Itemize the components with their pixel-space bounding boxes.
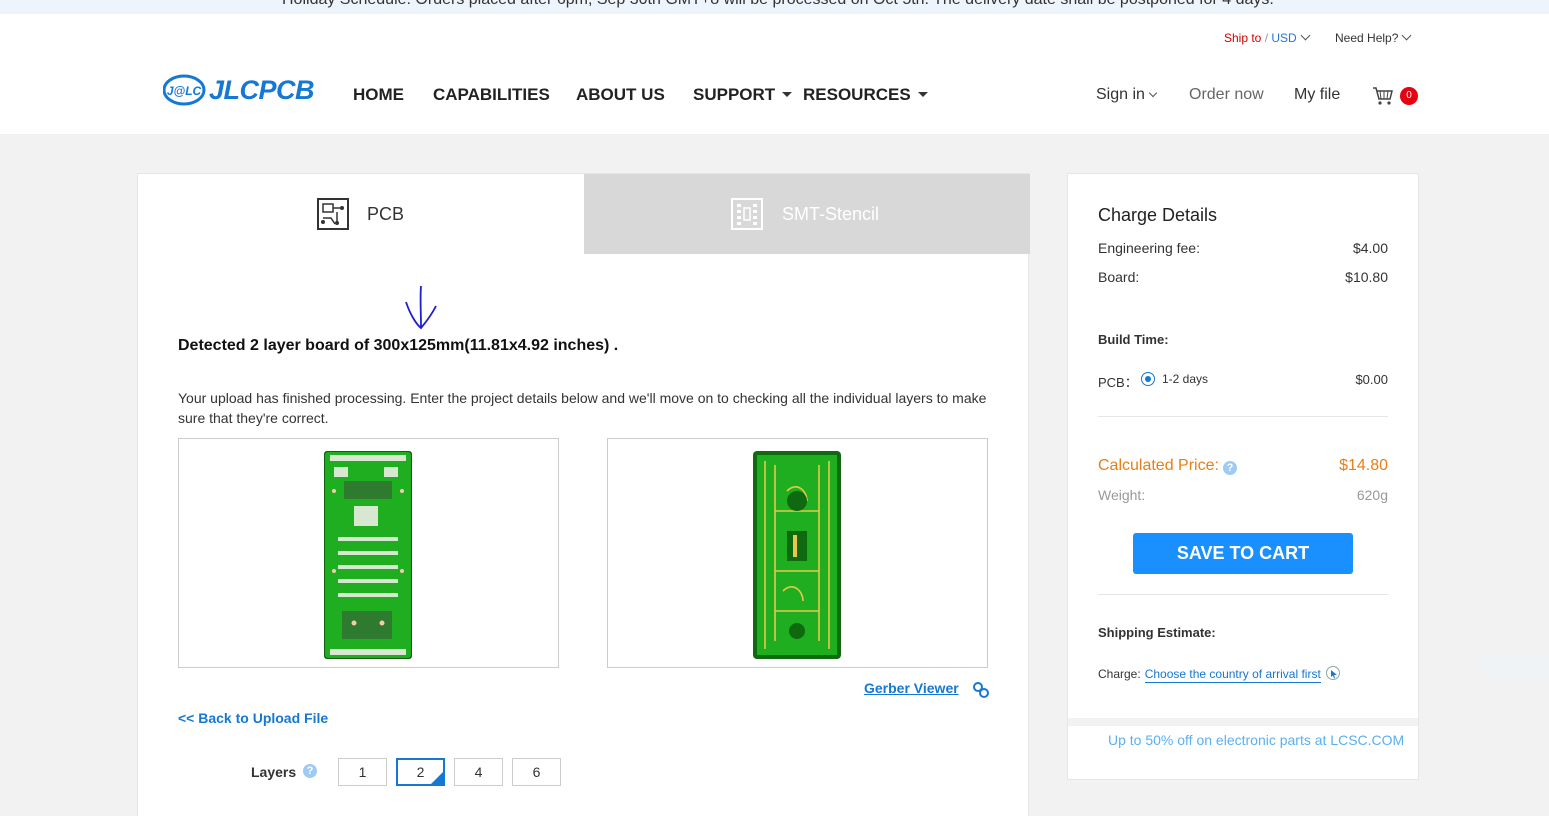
pcb-icon <box>317 198 349 230</box>
caret-down-icon <box>782 92 793 97</box>
upload-description: Your upload has finished processing. Ent… <box>178 390 987 426</box>
quote-card: PCB SMT-Stencil Detected 2 layer board o… <box>137 173 1030 816</box>
ship-to-separator: / <box>1261 31 1272 45</box>
help-question-icon[interactable]: ? <box>1222 461 1237 475</box>
charge-details-panel: Charge Details Engineering fee: $4.00 Bo… <box>1067 173 1419 780</box>
ship-to-selector[interactable]: Ship to / USD <box>1224 30 1311 45</box>
stencil-icon <box>731 198 763 230</box>
hand-drawn-arrow-icon <box>405 285 437 330</box>
logo-mark: J@LC <box>162 74 207 106</box>
save-to-cart-button[interactable]: SAVE TO CART <box>1133 533 1353 574</box>
need-help-menu[interactable]: Need Help? <box>1335 30 1412 45</box>
calculated-price-value: $14.80 <box>1339 457 1388 474</box>
layer-option-4[interactable]: 4 <box>454 758 503 786</box>
cursor-pointer-icon <box>1325 666 1340 680</box>
logo-text: JLCPCB <box>209 74 315 105</box>
order-now-link[interactable]: Order now <box>1189 86 1264 104</box>
calculated-price-row: Calculated Price:? $14.80 <box>1098 457 1388 475</box>
promo-divider-band <box>1068 718 1418 726</box>
back-to-upload-link[interactable]: << Back to Upload File <box>178 710 328 726</box>
gerber-viewer-link[interactable]: Gerber Viewer <box>864 680 959 696</box>
layer-option-2[interactable]: 2 <box>396 758 445 786</box>
layer-option-6[interactable]: 6 <box>512 758 561 786</box>
need-help-label: Need Help? <box>1335 31 1399 45</box>
pcb-build-time-row: PCB： 1-2 days $0.00 <box>1098 372 1388 391</box>
charge-details-title: Charge Details <box>1098 205 1218 225</box>
board-fee-value: $10.80 <box>1345 269 1388 285</box>
help-question-icon[interactable]: ? <box>303 764 317 778</box>
pcb-top-preview[interactable] <box>178 438 559 668</box>
detected-board-text: Detected 2 layer board of 300x125mm(11.8… <box>178 337 619 354</box>
chevron-down-icon <box>1148 88 1158 98</box>
build-time-value: $0.00 <box>1355 372 1388 387</box>
calculated-price-label: Calculated Price: <box>1098 457 1219 474</box>
nav-support-label: SUPPORT <box>693 85 776 104</box>
engineering-fee-label: Engineering fee: <box>1098 240 1200 256</box>
logo-mark-text: J@LC <box>167 84 202 98</box>
divider <box>1098 594 1388 595</box>
board-fee-row: Board: $10.80 <box>1098 269 1388 285</box>
choose-country-link[interactable]: Choose the country of arrival first <box>1144 667 1321 683</box>
pcb-bottom-preview[interactable] <box>607 438 988 668</box>
cart-count-badge: 0 <box>1400 87 1418 105</box>
tab-smt-stencil[interactable]: SMT-Stencil <box>584 174 1030 254</box>
build-time-label: Build Time: <box>1098 332 1169 347</box>
nav-support[interactable]: SUPPORT <box>693 85 793 105</box>
site-header: Ship to / USD Need Help? J@LC JLCPCB HOM… <box>0 14 1549 134</box>
board-fee-label: Board: <box>1098 269 1140 285</box>
pcb-top-image <box>324 451 412 659</box>
build-time-option[interactable]: 1-2 days <box>1162 372 1208 386</box>
pcb-bottom-image <box>753 451 841 659</box>
sign-in-label: Sign in <box>1096 86 1145 103</box>
chevron-down-icon <box>1401 30 1412 41</box>
logo-mark-graphic: J@LC <box>162 74 206 106</box>
nav-about-us[interactable]: ABOUT US <box>576 85 665 105</box>
weight-value: 620g <box>1356 487 1388 503</box>
announcement-bar: Holiday Schedule: Orders placed after 6p… <box>0 0 1549 14</box>
faded-overlay-widget <box>1484 657 1549 677</box>
chevron-down-icon <box>1300 30 1311 41</box>
engineering-fee-value: $4.00 <box>1352 240 1388 256</box>
link-icon[interactable] <box>972 681 990 699</box>
shipping-charge-row: Charge: Choose the country of arrival fir… <box>1098 662 1341 683</box>
pcb-build-label: PCB： <box>1098 375 1138 390</box>
layer-option-2-label: 2 <box>416 764 425 780</box>
selected-check-icon <box>431 772 443 784</box>
layer-option-1[interactable]: 1 <box>338 758 387 786</box>
tab-pcb-label: PCB <box>367 204 405 224</box>
tab-pcb[interactable]: PCB <box>138 174 584 254</box>
nav-resources[interactable]: RESOURCES <box>803 85 928 105</box>
nav-capabilities[interactable]: CAPABILITIES <box>433 85 550 105</box>
ship-to-label: Ship to <box>1224 31 1262 45</box>
my-file-link[interactable]: My file <box>1294 86 1340 104</box>
sign-in-menu[interactable]: Sign in <box>1096 86 1158 104</box>
engineering-fee-row: Engineering fee: $4.00 <box>1098 240 1388 256</box>
build-time-radio[interactable] <box>1141 372 1155 386</box>
jlcpcb-logo[interactable]: J@LC JLCPCB <box>162 74 315 106</box>
currency-label: USD <box>1271 31 1297 45</box>
divider <box>1098 416 1388 417</box>
lcsc-promo-link[interactable]: Up to 50% off on electronic parts at LCS… <box>1108 732 1404 748</box>
weight-row: Weight: 620g <box>1098 487 1388 503</box>
shipping-charge-label: Charge: <box>1098 667 1141 681</box>
weight-label: Weight: <box>1098 487 1146 503</box>
cart-icon[interactable] <box>1372 86 1394 106</box>
shipping-estimate-label: Shipping Estimate: <box>1098 625 1216 640</box>
caret-down-icon <box>917 92 928 97</box>
tab-smt-stencil-label: SMT-Stencil <box>782 204 880 224</box>
layers-label: Layers <box>251 764 297 780</box>
announcement-text: Holiday Schedule: Orders placed after 6p… <box>282 0 1274 9</box>
nav-resources-label: RESOURCES <box>803 85 911 104</box>
nav-home[interactable]: HOME <box>353 85 404 105</box>
